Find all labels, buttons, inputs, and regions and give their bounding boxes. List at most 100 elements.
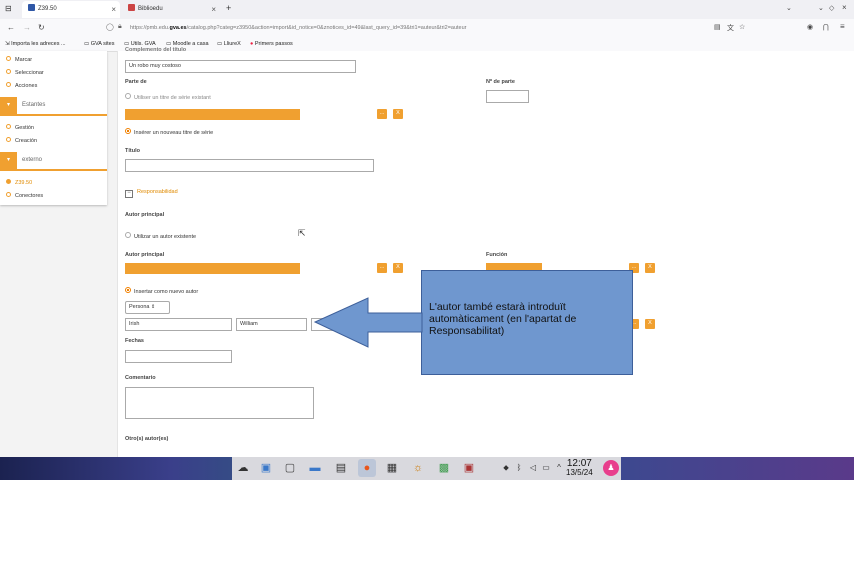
radio-label: Utilizar un autor existente — [134, 234, 197, 240]
spreadsheet-icon[interactable]: ▩ — [437, 461, 451, 475]
fechas-input[interactable] — [125, 350, 232, 363]
funcion-clear-button[interactable]: X — [645, 263, 655, 273]
sidebar-item-conectores[interactable]: Conectores — [6, 192, 43, 199]
forward-icon[interactable]: → — [23, 23, 31, 32]
nombre-input[interactable]: William — [236, 318, 307, 331]
sidebar-item-z3950[interactable]: Z39.50 — [6, 179, 32, 186]
autor-principal-label: Autor principal — [125, 212, 165, 218]
persona-select[interactable]: Persona ⇕ — [125, 301, 170, 314]
sidebar-item-seleccionar[interactable]: Seleccionar — [6, 69, 44, 76]
shield-icon[interactable]: ◯ — [106, 23, 114, 31]
user-avatar[interactable]: ♟ — [603, 460, 619, 476]
nav-bar: ← → ↻ ◯ 🔒︎ https://pmb.edu.gva.es/catalo… — [0, 19, 854, 38]
autor-select-button[interactable]: ... — [377, 263, 387, 273]
folder-icon[interactable]: ▬ — [308, 461, 322, 475]
calculator-icon[interactable]: ▦ — [385, 461, 399, 475]
url-bar[interactable]: https://pmb.edu.gva.es/catalog.php?categ… — [130, 21, 788, 36]
section-title: Estantes — [22, 102, 46, 108]
autor-clear-button[interactable]: X — [393, 263, 403, 273]
bookmark-label: Primers passos — [254, 41, 293, 47]
serie-select-button[interactable]: ... — [377, 109, 387, 119]
bookmark-lliurex[interactable]: ▭ LliureX — [217, 38, 241, 51]
new-tab-button[interactable]: + — [226, 3, 231, 13]
serie-search-field[interactable] — [125, 109, 300, 120]
bullet-icon — [6, 56, 11, 61]
chevron-down-icon[interactable]: ⌄ — [786, 4, 792, 12]
tab-list-icon[interactable]: ⊟ — [5, 4, 12, 13]
volume-icon[interactable]: ◁ — [526, 461, 540, 475]
autor-search-field[interactable] — [125, 263, 300, 274]
collapse-icon: ▾ — [0, 152, 17, 169]
lock-icon[interactable]: 🔒︎ — [118, 23, 122, 31]
n-parte-input[interactable] — [486, 90, 529, 103]
sidebar-section-estantes[interactable]: ▾ Estantes — [0, 97, 107, 116]
file-manager-icon[interactable]: ▣ — [259, 461, 273, 475]
tab-title: Z39.50 — [38, 6, 57, 12]
apellido-input[interactable]: Irish — [125, 318, 232, 331]
sidebar: Marcar Seleccionar Acciones ▾ Estantes Ge… — [0, 51, 107, 205]
comentario-textarea[interactable] — [125, 387, 314, 419]
close-window-icon[interactable]: × — [842, 3, 847, 12]
screenshot-icon[interactable]: ▣ — [462, 461, 476, 475]
firefox-icon[interactable]: ● — [358, 459, 376, 477]
bookmark-import[interactable]: ⇲ Importa les adreces ... — [5, 38, 66, 51]
responsabilidad-toggle[interactable]: − Responsabilidad — [125, 189, 178, 198]
sidebar-item-acciones[interactable]: Acciones — [6, 82, 37, 89]
clock-time: 12:07 — [566, 458, 592, 469]
bookmark-star-icon[interactable]: ☆ — [739, 23, 745, 31]
extensions-icon[interactable]: ⋂ — [823, 23, 829, 31]
autor-principal-label-2: Autor principal — [125, 252, 165, 258]
funcion-label: Función — [486, 252, 508, 258]
utilizar-autor-radio[interactable]: Utilizar un autor existente — [125, 232, 196, 240]
app-menu-icon[interactable]: ☁ — [236, 461, 250, 475]
titulo-input[interactable] — [125, 159, 374, 172]
favicon-icon — [128, 4, 135, 11]
sidebar-item-creacion[interactable]: Creación — [6, 137, 37, 144]
url-domain: gva.es — [169, 25, 187, 31]
inserer-serie-radio[interactable]: Insérer un nouveau titre de série — [125, 128, 213, 136]
bullet-icon — [6, 179, 11, 184]
back-icon[interactable]: ← — [7, 23, 15, 32]
url-path: /catalog.php?categ=z3950&action=import&i… — [186, 25, 467, 31]
close-tab-icon[interactable]: × — [211, 1, 216, 18]
clock-date: 13/5/24 — [566, 468, 593, 477]
sidebar-section-externo[interactable]: ▾ externo — [0, 152, 107, 171]
sidebar-item-label: Creación — [15, 138, 38, 144]
autor2-clear-button[interactable]: X — [645, 319, 655, 329]
maximize-icon[interactable]: ◇ — [829, 4, 834, 12]
sidebar-item-gestion[interactable]: Gestión — [6, 124, 34, 131]
terminal-icon[interactable]: ▤ — [334, 461, 348, 475]
sidebar-item-label: Marcar — [15, 57, 33, 63]
display-icon[interactable]: ▭ — [539, 461, 553, 475]
bluetooth-icon[interactable]: ᛒ — [512, 461, 526, 475]
minimize-icon[interactable]: ⌄ — [818, 4, 824, 12]
bookmark-primers-passos[interactable]: ● Primers passos — [250, 38, 293, 51]
bookmark-gva-sites[interactable]: ▭ GVA sites — [84, 38, 114, 51]
tab-biblioedu[interactable]: Biblioedu × — [122, 1, 220, 18]
close-tab-icon[interactable]: × — [111, 1, 116, 18]
sidebar-item-marcar[interactable]: Marcar — [6, 56, 32, 63]
tray-expand-icon[interactable]: ^ — [552, 461, 566, 475]
translate-icon[interactable]: 文 — [727, 23, 734, 33]
bullet-icon — [6, 82, 11, 87]
bullet-icon — [6, 192, 11, 197]
n-parte-label: Nº de parte — [486, 79, 515, 85]
desktop-icon[interactable]: ▢ — [283, 461, 297, 475]
tab-z3950[interactable]: Z39.50 × — [22, 1, 120, 18]
serie-clear-button[interactable]: X — [393, 109, 403, 119]
menu-icon[interactable]: ≡ — [840, 22, 845, 31]
callout-arrow — [313, 297, 423, 348]
account-icon[interactable]: ◉ — [807, 23, 813, 31]
network-icon[interactable]: ⬥ — [499, 461, 513, 475]
insertar-autor-radio[interactable]: Insertar como nuevo autor — [125, 287, 198, 295]
select-value: Persona — [129, 304, 150, 310]
utiliser-serie-radio[interactable]: Utiliser un titre de série existant — [125, 93, 211, 101]
reader-view-icon[interactable]: ▤ — [714, 23, 721, 31]
sidebar-item-label: Seleccionar — [15, 70, 44, 76]
complemento-input[interactable]: Un robo muy costoso — [125, 60, 356, 73]
radio-label: Insérer un nouveau titre de série — [134, 130, 214, 136]
clock[interactable]: 12:07 13/5/24 — [566, 458, 593, 478]
radio-selected-icon — [125, 287, 131, 293]
reload-icon[interactable]: ↻ — [38, 23, 45, 32]
sun-icon[interactable]: ☼ — [411, 461, 425, 475]
